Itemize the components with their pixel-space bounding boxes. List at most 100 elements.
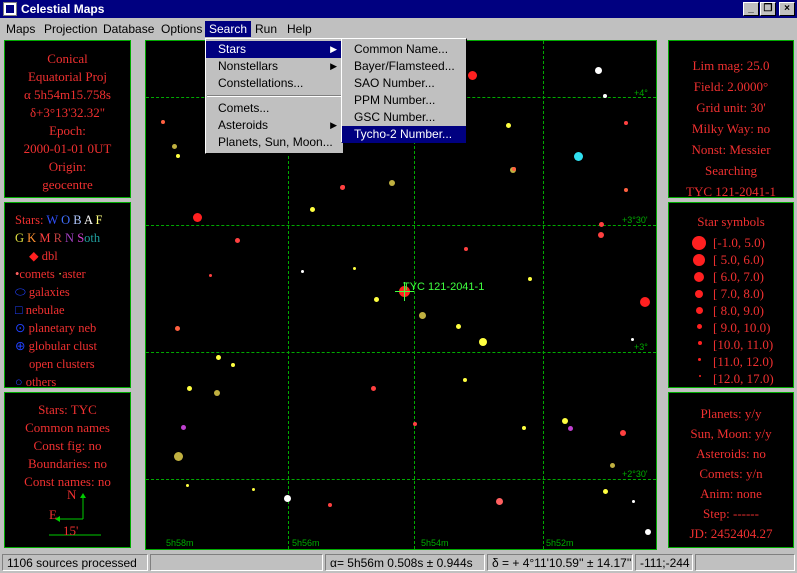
sun-moon-option: Sun, Moon: y/y [690, 426, 772, 441]
const-fig-option: Const fig: no [33, 438, 102, 453]
search-asteroids-item[interactable]: Asteroids ▶ [206, 117, 343, 134]
spectral-a: A [84, 213, 93, 227]
lim-mag: Lim mag: 25.0 [692, 58, 770, 73]
search-gsc-item[interactable]: GSC Number... [342, 109, 466, 126]
legend-galaxies: galaxies [28, 285, 70, 299]
display-options-panel: Stars: TYC Common names Const fig: no Bo… [4, 392, 131, 548]
nonstellar-catalog: Nonst: Messier [691, 142, 771, 157]
maximize-button[interactable]: ❐ [760, 2, 776, 16]
star [603, 94, 607, 98]
objects-panel: Planets: y/y Sun, Moon: y/y Asteroids: n… [668, 392, 794, 548]
galaxy-icon: ⬭ [15, 285, 26, 299]
star [181, 425, 186, 430]
spectral-g: G [15, 231, 25, 245]
star [468, 71, 477, 80]
legend-planetary-neb: planetary neb [28, 321, 97, 335]
projection-name: Equatorial Proj [27, 69, 108, 84]
star [599, 222, 604, 227]
menu-help[interactable]: Help [283, 21, 316, 37]
search-comets-item[interactable]: Comets... [206, 100, 343, 117]
magnitude-symbol [698, 341, 702, 345]
grid-line [146, 352, 656, 353]
planetary-nebula-icon: ⊙ [15, 321, 26, 335]
legend-others: others [25, 375, 57, 389]
search-stars-item[interactable]: Stars ▶ [206, 41, 343, 58]
star [528, 277, 532, 281]
ra-label: 5h52m [546, 538, 574, 548]
origin-label: Origin: [48, 159, 87, 174]
search-common-name-item[interactable]: Common Name... [342, 41, 466, 58]
search-bayer-item[interactable]: Bayer/Flamsteed... [342, 58, 466, 75]
star [284, 495, 291, 502]
magnitude-range: [ 5.0, 6.0) [713, 252, 764, 267]
star [186, 484, 189, 487]
star [175, 326, 180, 331]
map-settings-panel: Lim mag: 25.0 Field: 2.0000° Grid unit: … [668, 40, 794, 199]
menu-search[interactable]: Search [205, 21, 252, 37]
legend-comets: comets [19, 267, 55, 281]
star [252, 488, 255, 491]
star [301, 270, 304, 273]
menu-projection[interactable]: Projection [40, 21, 101, 37]
target-label: TYC 121-2041-1 [403, 281, 485, 293]
search-sao-item[interactable]: SAO Number... [342, 75, 466, 92]
globular-cluster-icon: ⊕ [15, 339, 26, 353]
spectral-o: O [61, 213, 71, 227]
search-planets-item[interactable]: Planets, Sun, Moon... [206, 134, 343, 151]
menu-database[interactable]: Database [99, 21, 158, 37]
status-empty [150, 554, 323, 571]
ra-label: 5h56m [292, 538, 320, 548]
spectral-m: M [39, 231, 51, 245]
star [172, 144, 177, 149]
menu-options[interactable]: Options [157, 21, 206, 37]
menu-run[interactable]: Run [251, 21, 281, 37]
spectral-k: K [27, 231, 37, 245]
legend-open-clusters: open clusters [29, 357, 95, 371]
search-constellations-item[interactable]: Constellations... [206, 75, 343, 92]
star [174, 452, 183, 461]
legend-aster: aster [62, 267, 86, 281]
compass-north-label: N [67, 487, 77, 502]
step-option: Step: ------ [703, 506, 759, 521]
star-symbols-panel: Star symbols [-1.0, 5.0) [ 5.0, 6.0) [ 6… [668, 202, 794, 388]
magnitude-range: [ 7.0, 8.0) [713, 286, 764, 301]
star [161, 120, 165, 124]
search-tycho2-item[interactable]: Tycho-2 Number... [342, 126, 466, 143]
star [479, 338, 487, 346]
status-extra [695, 554, 795, 571]
close-button[interactable]: × [779, 2, 795, 16]
stars-submenu: Common Name... Bayer/Flamsteed... SAO Nu… [341, 38, 467, 143]
minimize-button[interactable]: _ [743, 2, 759, 16]
epoch-value: 2000-01-01 0UT [23, 141, 112, 156]
search-ppm-item[interactable]: PPM Number... [342, 92, 466, 109]
star [235, 238, 240, 243]
anim-option: Anim: none [700, 486, 762, 501]
julian-date: JD: 2452404.27 [689, 526, 773, 541]
star [193, 213, 202, 222]
star [624, 188, 628, 192]
star [574, 152, 583, 161]
magnitude-range: [12.0, 17.0) [713, 371, 774, 386]
spectral-w: W [46, 213, 58, 227]
status-sources: 1106 sources processed [2, 554, 148, 571]
star [595, 67, 602, 74]
dec-label: +2°30' [622, 469, 648, 479]
ra-label: 5h58m [166, 538, 194, 548]
window-title: Celestial Maps [21, 2, 105, 16]
title-bar: Celestial Maps _ ❐ × [0, 0, 797, 18]
legend-panel: Stars: W O B A F G K M R N Soth ◆ dbl •c… [4, 202, 131, 389]
status-delta: δ = + 4°11'10.59'' ± 14.17'' [487, 554, 633, 571]
star [371, 386, 376, 391]
menu-maps[interactable]: Maps [2, 21, 39, 37]
star [568, 426, 573, 431]
star [389, 180, 395, 186]
app-icon[interactable] [3, 2, 17, 16]
grid-line [543, 41, 544, 549]
star [353, 267, 356, 270]
star [598, 232, 604, 238]
planets-option: Planets: y/y [700, 406, 762, 421]
grid-line [146, 479, 656, 480]
star [645, 529, 651, 535]
search-nonstellars-item[interactable]: Nonstellars ▶ [206, 58, 343, 75]
magnitude-range: [-1.0, 5.0) [713, 235, 765, 250]
